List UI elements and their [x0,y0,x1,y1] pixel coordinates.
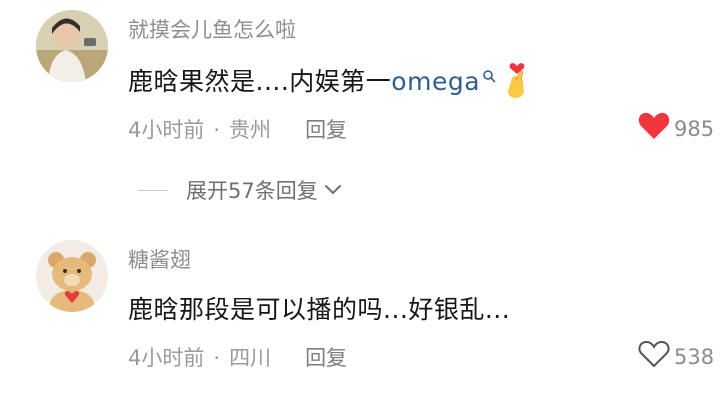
comment-time: 4小时前 [128,346,205,370]
like-count: 538 [674,344,715,369]
comment-meta: 4小时前 · 贵州 回复 [128,114,347,144]
comment-item: 就摸会儿鱼怎么啦 鹿晗果然是....内娱第一omega 4小时前 · 贵州 回复 98… [0,0,720,203]
finger-heart-emoji [502,60,532,106]
reply-button[interactable]: 回复 [305,118,347,142]
comment-location: 贵州 [229,118,272,142]
comment-meta: 4小时前 · 四川 回复 [128,342,347,372]
comment-time: 4小时前 [128,118,205,142]
heart-icon [638,340,670,373]
comment-body: 鹿晗果然是....内娱第一 [128,67,392,96]
comment-location: 四川 [229,346,272,370]
expand-replies[interactable]: 展开57条回复 [138,175,342,205]
meta-separator: · [213,346,221,370]
expand-replies-label: 展开57条回复 [186,179,318,203]
search-icon[interactable] [482,60,496,89]
username[interactable]: 就摸会儿鱼怎么啦 [128,14,296,44]
avatar[interactable] [36,240,108,312]
avatar[interactable] [36,10,108,82]
heart-icon [638,112,670,145]
like-button[interactable]: 538 [638,340,714,373]
reply-button[interactable]: 回复 [305,346,347,370]
username[interactable]: 糖酱翅 [128,244,191,274]
chevron-down-icon [324,184,342,196]
comment-text: 鹿晗果然是....内娱第一omega [128,60,532,106]
comment-item: 糖酱翅 鹿晗那段是可以播的吗...好银乱... 4小时前 · 四川 回复 538 [0,230,720,405]
comment-text: 鹿晗那段是可以播的吗...好银乱... [128,295,511,324]
divider-line [138,189,168,191]
meta-separator: · [213,118,221,142]
like-count: 985 [674,116,715,141]
like-button[interactable]: 985 [638,112,714,145]
search-link[interactable]: omega [391,67,480,96]
